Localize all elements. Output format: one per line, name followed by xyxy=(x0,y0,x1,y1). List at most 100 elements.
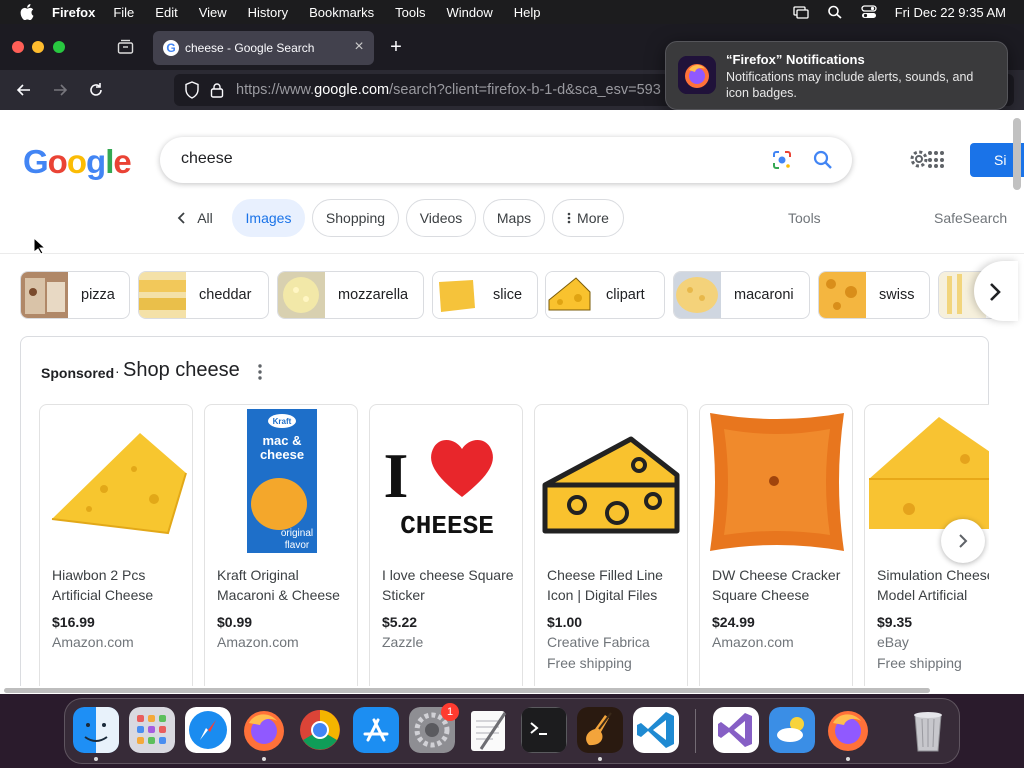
menu-history[interactable]: History xyxy=(248,5,288,20)
search-input[interactable]: cheese xyxy=(181,150,233,168)
product-name: I love cheese Square Sticker xyxy=(382,567,514,603)
product-card[interactable]: Kraft mac & cheese original flavor Kraft… xyxy=(204,404,358,686)
google-logo[interactable]: Google xyxy=(23,143,132,181)
refine-chip-swiss[interactable]: swiss xyxy=(818,271,930,319)
filter-more[interactable]: More xyxy=(552,199,624,237)
visual-studio-icon[interactable] xyxy=(713,707,759,753)
product-card[interactable]: DW Cheese Cracker Square Cheese $24.99 A… xyxy=(699,404,853,686)
vscode-icon[interactable] xyxy=(633,707,679,753)
more-options-icon[interactable] xyxy=(257,363,263,381)
product-shipping: Free shipping xyxy=(547,655,632,671)
product-store: Creative Fabrica xyxy=(547,634,650,650)
mouse-cursor-icon xyxy=(33,237,45,255)
kraft-line2-text: cheese xyxy=(260,447,304,462)
notification-banner[interactable]: “Firefox” Notifications Notifications ma… xyxy=(665,41,1008,110)
refine-chip-mozzarella[interactable]: mozzarella xyxy=(277,271,424,319)
menu-tools[interactable]: Tools xyxy=(395,5,425,20)
kraft-mac-cheese-image: Kraft mac & cheese original flavor xyxy=(209,409,355,555)
product-price: $24.99 xyxy=(712,614,755,630)
reload-icon[interactable] xyxy=(86,80,106,100)
lock-icon[interactable] xyxy=(210,82,224,98)
product-name: Simulation Cheese Model Artificial xyxy=(877,567,989,603)
refine-chip-clipart[interactable]: clipart xyxy=(545,271,665,319)
apple-icon[interactable] xyxy=(20,4,34,20)
dock-separator xyxy=(695,709,696,753)
launchpad-icon[interactable] xyxy=(129,707,175,753)
chevron-right-icon xyxy=(990,283,1001,301)
trash-icon[interactable] xyxy=(905,707,951,753)
carousel-next-button[interactable] xyxy=(941,519,985,563)
product-card[interactable]: Hiawbon 2 Pcs Artificial Cheese $16.99 A… xyxy=(39,404,193,686)
chrome-icon[interactable] xyxy=(297,707,343,753)
safesearch-button[interactable]: SafeSearch xyxy=(934,210,1007,226)
new-tab-button[interactable]: + xyxy=(386,36,406,59)
menu-edit[interactable]: Edit xyxy=(155,5,177,20)
finder-icon[interactable] xyxy=(73,707,119,753)
logo-letter: G xyxy=(23,143,49,180)
product-price: $5.22 xyxy=(382,614,418,630)
tools-button[interactable]: Tools xyxy=(788,210,821,226)
terminal-icon[interactable] xyxy=(521,707,567,753)
logo-letter: g xyxy=(86,143,106,180)
i-love-cheese-sticker-image: I CHEESE xyxy=(374,409,520,555)
menu-help[interactable]: Help xyxy=(514,5,541,20)
spotlight-search-icon[interactable] xyxy=(827,5,843,19)
macos-dock: 1 xyxy=(64,698,960,764)
menu-app-name[interactable]: Firefox xyxy=(52,5,95,20)
refine-label: clipart xyxy=(606,287,645,303)
search-box[interactable]: cheese xyxy=(160,137,852,183)
notification-badge: 1 xyxy=(441,703,459,721)
safari-icon[interactable] xyxy=(185,707,231,753)
menu-window[interactable]: Window xyxy=(447,5,493,20)
product-store: Zazzle xyxy=(382,634,424,650)
refine-chip-cheddar[interactable]: cheddar xyxy=(138,271,269,319)
chevron-right-icon xyxy=(959,534,968,548)
google-apps-icon[interactable] xyxy=(928,151,946,169)
logo-letter: o xyxy=(47,143,68,180)
filter-shopping[interactable]: Shopping xyxy=(312,199,399,237)
refine-chip-macaroni[interactable]: macaroni xyxy=(673,271,810,319)
cheddar-thumbnail xyxy=(139,272,186,318)
vertical-scrollbar[interactable] xyxy=(1013,118,1021,190)
window-close-button[interactable] xyxy=(12,41,24,53)
filter-all[interactable]: All xyxy=(170,199,220,237)
menu-clock[interactable]: Fri Dec 22 9:35 AM xyxy=(895,5,1006,20)
swiss-thumbnail xyxy=(819,272,866,318)
search-icon[interactable] xyxy=(812,149,834,171)
app-store-icon[interactable] xyxy=(353,707,399,753)
tab-google-search[interactable]: G cheese - Google Search × xyxy=(153,31,374,65)
refine-chip-slice[interactable]: slice xyxy=(432,271,538,319)
product-price: $16.99 xyxy=(52,614,95,630)
url-path: /search?client=firefox-b-1-d&sca_esv=593 xyxy=(389,82,661,98)
menu-file[interactable]: File xyxy=(113,5,134,20)
tab-close-icon[interactable]: × xyxy=(352,39,366,55)
tab-overview-icon[interactable] xyxy=(117,39,134,54)
refine-chip-pizza[interactable]: pizza xyxy=(20,271,130,319)
google-lens-icon[interactable] xyxy=(772,150,792,170)
pizza-thumbnail xyxy=(21,272,68,318)
firefox-dev-icon[interactable] xyxy=(825,707,871,753)
window-zoom-button[interactable] xyxy=(53,41,65,53)
screen-mirroring-icon[interactable] xyxy=(793,5,809,19)
filter-videos[interactable]: Videos xyxy=(406,199,476,237)
settings-gear-icon[interactable] xyxy=(908,148,930,170)
control-center-icon[interactable] xyxy=(861,5,877,19)
menu-view[interactable]: View xyxy=(199,5,227,20)
window-minimize-button[interactable] xyxy=(32,41,44,53)
garageband-icon[interactable] xyxy=(577,707,623,753)
horizontal-scrollbar[interactable] xyxy=(4,688,930,693)
forward-arrow-icon[interactable] xyxy=(50,80,70,100)
tracking-protection-shield-icon[interactable] xyxy=(184,81,200,99)
search-filter-bar: All Images Shopping Videos Maps More Too… xyxy=(0,198,1024,240)
weather-icon[interactable] xyxy=(769,707,815,753)
filter-maps[interactable]: Maps xyxy=(483,199,545,237)
product-card[interactable]: I CHEESE I love cheese Square Sticker $5… xyxy=(369,404,523,686)
menu-bookmarks[interactable]: Bookmarks xyxy=(309,5,374,20)
cheese-line-icon-image xyxy=(539,409,685,555)
firefox-icon[interactable] xyxy=(241,707,287,753)
product-price: $1.00 xyxy=(547,614,583,630)
back-arrow-icon[interactable] xyxy=(14,80,34,100)
filter-images[interactable]: Images xyxy=(232,199,305,237)
product-card[interactable]: Cheese Filled Line Icon | Digital Files … xyxy=(534,404,688,686)
textedit-icon[interactable] xyxy=(465,707,511,753)
